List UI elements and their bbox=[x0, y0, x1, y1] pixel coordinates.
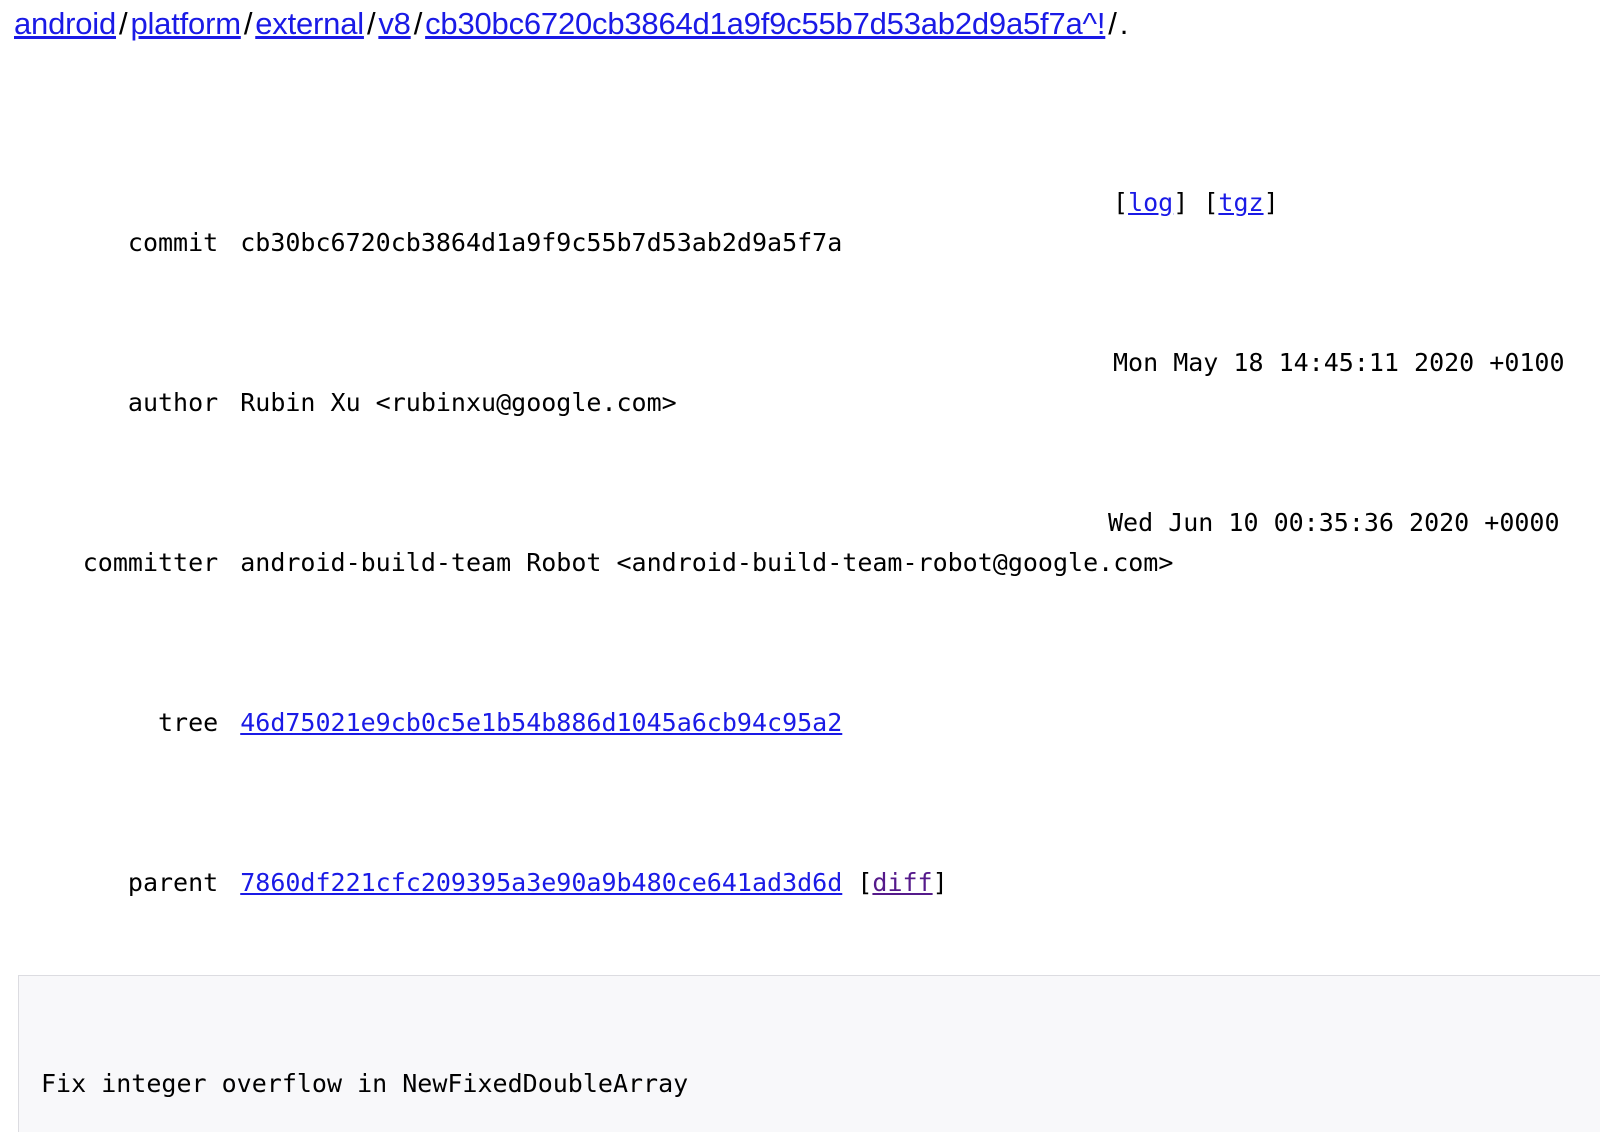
tree-link[interactable]: 46d75021e9cb0c5e1b54b886d1045a6cb94c95a2 bbox=[240, 708, 842, 737]
breadcrumb-separator: / bbox=[119, 6, 128, 41]
diff-link[interactable]: diff bbox=[872, 868, 932, 897]
bracket-open: [ bbox=[1203, 188, 1219, 217]
committer-value: android-build-team Robot <android-build-… bbox=[240, 548, 1174, 577]
bracket-open: [ bbox=[1113, 188, 1129, 217]
committer-label: committer bbox=[82, 548, 219, 577]
tree-label: tree bbox=[158, 708, 219, 737]
author-date: Mon May 18 14:45:11 2020 +0100 bbox=[1113, 348, 1565, 377]
breadcrumb-separator: / bbox=[413, 6, 423, 41]
breadcrumb-item-revision[interactable]: cb30bc6720cb3864d1a9f9c55b7d53ab2d9a5f7a… bbox=[425, 6, 1105, 41]
bracket-close: ] bbox=[1263, 188, 1279, 217]
breadcrumb-item-v8[interactable]: v8 bbox=[378, 6, 411, 41]
breadcrumb-separator: / bbox=[1108, 6, 1117, 41]
commit-message-subject: Fix integer overflow in NewFixedDoubleAr… bbox=[41, 1069, 689, 1098]
breadcrumb-separator: / bbox=[243, 6, 253, 41]
metadata-row-committer: committer android-build-team Robot <andro… bbox=[0, 503, 1600, 577]
log-link[interactable]: log bbox=[1128, 188, 1173, 217]
bracket-close: ] bbox=[932, 868, 948, 897]
parent-link[interactable]: 7860df221cfc209395a3e90a9b480ce641ad3d6d bbox=[240, 868, 842, 897]
parent-value: 7860df221cfc209395a3e90a9b480ce641ad3d6d… bbox=[218, 863, 947, 903]
breadcrumb-separator: / bbox=[366, 6, 376, 41]
commit-actions: [log] [tgz] bbox=[1113, 183, 1279, 223]
breadcrumb: android/platform/external/v8/cb30bc6720c… bbox=[0, 0, 1600, 39]
metadata-row-commit: commit cb30bc6720cb3864d1a9f9c55b7d53ab2d… bbox=[0, 183, 1600, 257]
tree-value: 46d75021e9cb0c5e1b54b886d1045a6cb94c95a2 bbox=[218, 703, 842, 743]
breadcrumb-item-platform[interactable]: platform bbox=[130, 6, 241, 41]
author-value: Rubin Xu <rubinxu@google.com> bbox=[240, 388, 677, 417]
committer-date: Wed Jun 10 00:35:36 2020 +0000 bbox=[1108, 508, 1560, 537]
breadcrumb-item-current-path: . bbox=[1119, 6, 1129, 41]
breadcrumb-item-android[interactable]: android bbox=[14, 6, 116, 41]
metadata-row-author: author Rubin Xu <rubinxu@google.com> Mon … bbox=[0, 343, 1600, 417]
tgz-link[interactable]: tgz bbox=[1218, 188, 1263, 217]
metadata-row-parent: parent 7860df221cfc209395a3e90a9b480ce641… bbox=[0, 823, 1600, 897]
bracket-open: [ bbox=[857, 868, 873, 897]
commit-hash-value: cb30bc6720cb3864d1a9f9c55b7d53ab2d9a5f7a bbox=[240, 228, 843, 257]
metadata-row-tree: tree 46d75021e9cb0c5e1b54b886d1045a6cb94c… bbox=[0, 663, 1600, 737]
bracket-close: ] bbox=[1173, 188, 1189, 217]
author-label: author bbox=[127, 388, 219, 417]
commit-metadata: commit cb30bc6720cb3864d1a9f9c55b7d53ab2d… bbox=[0, 63, 1600, 943]
commit-label: commit bbox=[127, 228, 219, 257]
parent-label: parent bbox=[127, 868, 219, 897]
breadcrumb-item-external[interactable]: external bbox=[255, 6, 364, 41]
commit-message-box: Fix integer overflow in NewFixedDoubleAr… bbox=[18, 975, 1600, 1132]
